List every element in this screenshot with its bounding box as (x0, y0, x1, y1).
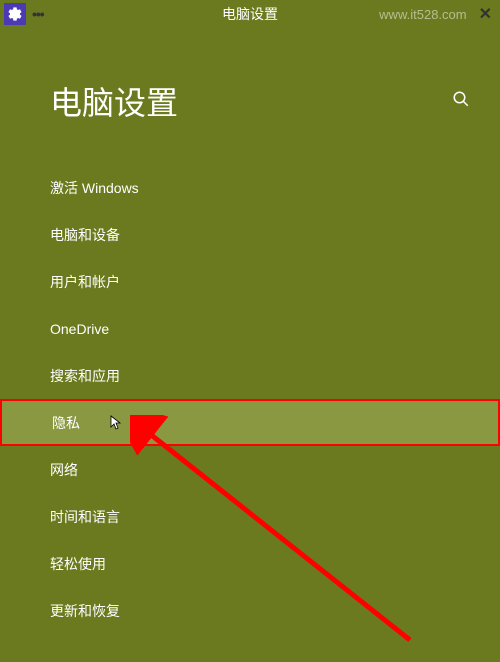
menu-item-activate-windows[interactable]: 激活 Windows (0, 164, 500, 211)
menu-item-label: 网络 (50, 460, 78, 480)
menu-item-ease-of-access[interactable]: 轻松使用 (0, 540, 500, 587)
menu-item-users-accounts[interactable]: 用户和帐户 (0, 258, 500, 305)
menu-item-label: 轻松使用 (50, 554, 106, 574)
menu-item-label: OneDrive (50, 321, 109, 337)
titlebar-left: ••• (4, 3, 44, 25)
search-icon (452, 90, 470, 108)
menu-item-label: 激活 Windows (50, 178, 139, 198)
menu-item-label: 隐私 (52, 413, 80, 433)
gear-icon (7, 6, 23, 22)
titlebar: ••• 电脑设置 www.it528.com ✕ (0, 0, 500, 28)
search-button[interactable] (452, 90, 470, 113)
menu-item-onedrive[interactable]: OneDrive (0, 305, 500, 352)
menu-item-label: 电脑和设备 (50, 225, 120, 245)
page-title: 电脑设置 (50, 78, 178, 124)
menu-item-privacy[interactable]: 隐私 (0, 399, 500, 446)
watermark-text: www.it528.com (379, 7, 466, 22)
mouse-cursor-icon (110, 415, 126, 431)
menu-item-label: 时间和语言 (50, 507, 120, 527)
menu-item-label: 更新和恢复 (50, 601, 120, 621)
settings-gear-button[interactable] (4, 3, 26, 25)
window-title: 电脑设置 (222, 4, 278, 24)
menu-item-search-apps[interactable]: 搜索和应用 (0, 352, 500, 399)
menu-item-label: 用户和帐户 (50, 272, 120, 292)
close-button[interactable]: ✕ (475, 4, 496, 24)
more-button[interactable]: ••• (32, 6, 44, 22)
titlebar-right: www.it528.com ✕ (379, 4, 496, 24)
menu-item-pc-devices[interactable]: 电脑和设备 (0, 211, 500, 258)
menu-item-update-recovery[interactable]: 更新和恢复 (0, 587, 500, 634)
menu-item-label: 搜索和应用 (50, 366, 120, 386)
menu-item-time-language[interactable]: 时间和语言 (0, 493, 500, 540)
menu-list: 激活 Windows 电脑和设备 用户和帐户 OneDrive 搜索和应用 隐私… (0, 164, 500, 634)
menu-item-network[interactable]: 网络 (0, 446, 500, 493)
header: 电脑设置 (0, 28, 500, 144)
